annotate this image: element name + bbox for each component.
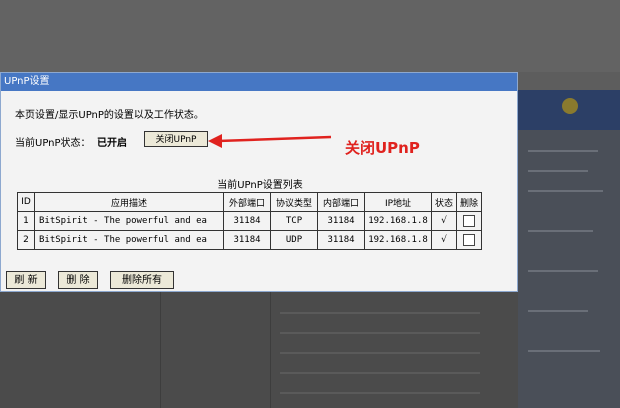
background-line [280, 392, 480, 394]
row-description: BitSpirit - The powerful and ea [34, 230, 224, 250]
upnp-status-value: 已开启 [97, 138, 127, 149]
background-divider [160, 292, 161, 408]
background-line [280, 352, 480, 354]
row-protocol: TCP [270, 211, 318, 231]
background-line [528, 350, 600, 352]
background-header-bar [518, 90, 620, 130]
upnp-rules-table: ID 应用描述 外部端口 协议类型 内部端口 IP地址 状态 删除 1 BitS… [17, 192, 482, 250]
annotation-text: 关闭UPnP [345, 139, 420, 157]
row-status: √ [431, 230, 457, 250]
row-internal-port: 31184 [317, 230, 365, 250]
background-top [0, 0, 620, 72]
row-ip-address: 192.168.1.8 [364, 230, 432, 250]
background-line [280, 312, 480, 314]
column-header: ID [17, 192, 35, 212]
delete-all-button[interactable]: 删除所有 [110, 271, 174, 289]
background-line [280, 372, 480, 374]
column-header: 协议类型 [270, 192, 318, 212]
background-line [528, 170, 588, 172]
background-line [528, 230, 593, 232]
background-line [280, 332, 480, 334]
row-external-port: 31184 [223, 211, 271, 231]
annotation-arrow-icon [208, 134, 332, 148]
upnp-status-label: 当前UPnP状态： [15, 138, 91, 149]
delete-button[interactable]: 删 除 [58, 271, 98, 289]
row-id: 1 [17, 211, 35, 231]
table-header-row: ID 应用描述 外部端口 协议类型 内部端口 IP地址 状态 删除 [17, 192, 482, 212]
background-line [528, 190, 603, 192]
column-header: 状态 [431, 192, 457, 212]
background-line [528, 150, 598, 152]
column-header: 删除 [456, 192, 482, 212]
row-status: √ [431, 211, 457, 231]
column-header: 应用描述 [34, 192, 224, 212]
row-ip-address: 192.168.1.8 [364, 211, 432, 231]
table-row: 1 BitSpirit - The powerful and ea 31184 … [17, 211, 482, 231]
page-description: 本页设置/显示UPnP的设置以及工作状态。 [15, 110, 204, 121]
row-id: 2 [17, 230, 35, 250]
table-caption: 当前UPnP设置列表 [217, 180, 303, 191]
refresh-button[interactable]: 刷 新 [6, 271, 46, 289]
background-divider [270, 292, 271, 408]
row-internal-port: 31184 [317, 211, 365, 231]
delete-checkbox[interactable] [463, 215, 475, 227]
upnp-dialog: UPnP设置 本页设置/显示UPnP的设置以及工作状态。 当前UPnP状态： 已… [0, 72, 518, 292]
background-bottom [0, 292, 518, 408]
dialog-title: UPnP设置 [1, 73, 517, 91]
row-delete-cell [456, 230, 482, 250]
row-description: BitSpirit - The powerful and ea [34, 211, 224, 231]
background-line [528, 270, 598, 272]
background-right-panel [518, 90, 620, 408]
row-delete-cell [456, 211, 482, 231]
column-header: IP地址 [364, 192, 432, 212]
table-row: 2 BitSpirit - The powerful and ea 31184 … [17, 230, 482, 250]
row-external-port: 31184 [223, 230, 271, 250]
column-header: 内部端口 [317, 192, 365, 212]
background-icon [562, 98, 578, 114]
delete-checkbox[interactable] [463, 234, 475, 246]
column-header: 外部端口 [223, 192, 271, 212]
row-protocol: UDP [270, 230, 318, 250]
close-upnp-button[interactable]: 关闭UPnP [144, 131, 208, 147]
background-line [528, 310, 588, 312]
